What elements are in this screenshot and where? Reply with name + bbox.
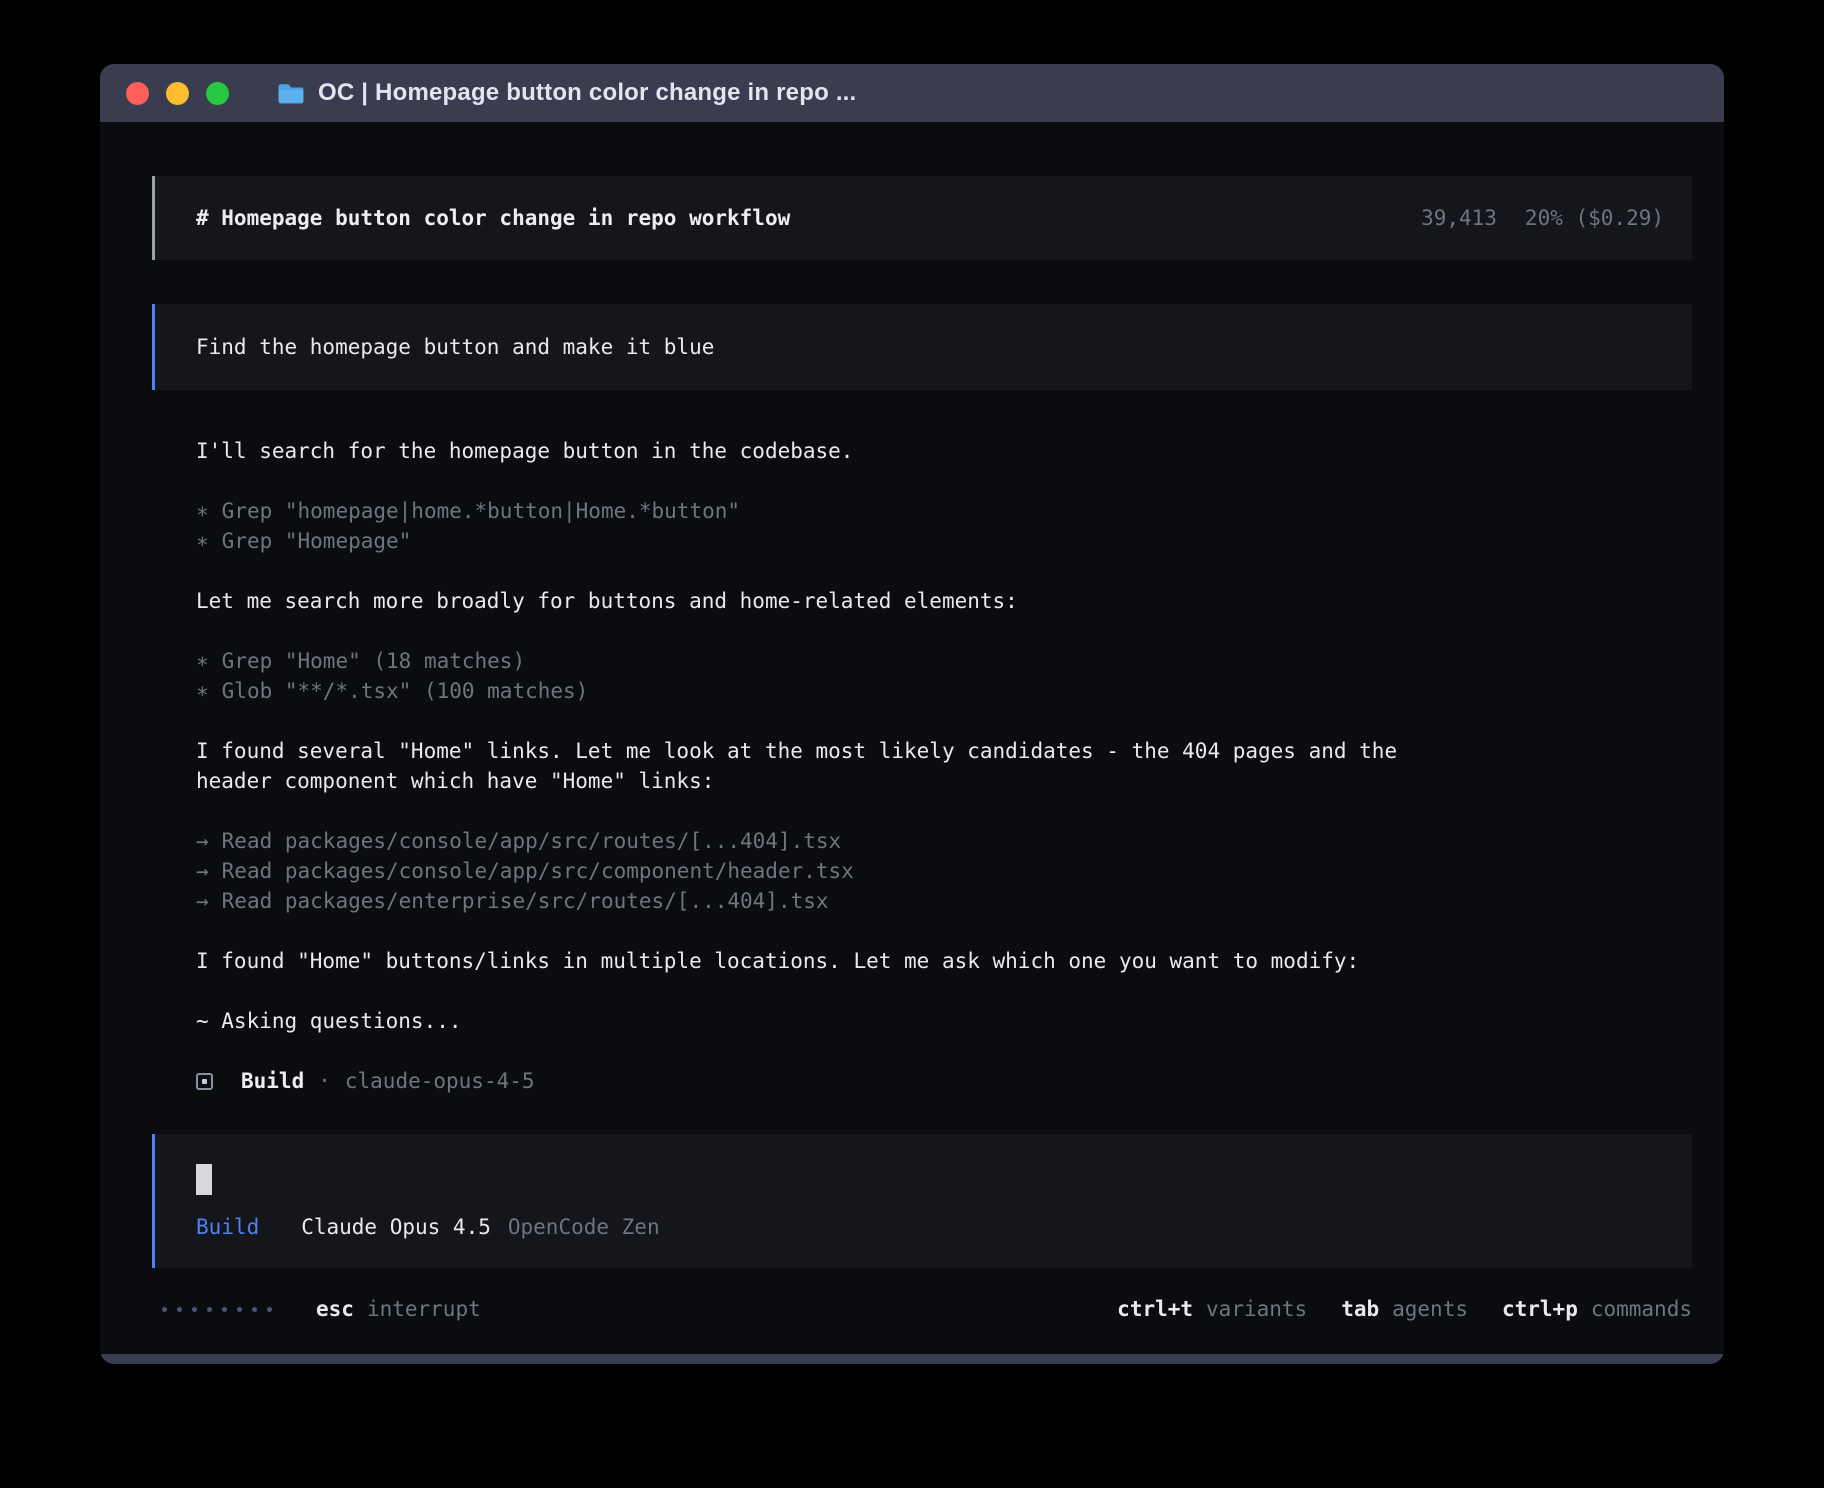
titlebar-title-group: OC | Homepage button color change in rep… [277, 79, 856, 107]
commands-label: commands [1591, 1294, 1692, 1324]
tool-call-text: Grep "homepage|home.*button|Home.*button… [222, 499, 740, 523]
folder-icon [277, 82, 305, 105]
spinner-dots [162, 1307, 272, 1312]
user-message-text: Find the homepage button and make it blu… [196, 332, 714, 362]
commands-hint: ctrl+p commands [1502, 1294, 1692, 1324]
minimize-button[interactable] [166, 82, 189, 105]
provider-label: OpenCode Zen [508, 1212, 660, 1242]
assistant-text-1: I'll search for the homepage button in t… [196, 436, 1456, 466]
titlebar[interactable]: OC | Homepage button color change in rep… [100, 64, 1724, 122]
model-label: Claude Opus 4.5 [301, 1212, 491, 1242]
agent-name: Build [241, 1066, 304, 1096]
traffic-lights [126, 82, 229, 105]
read-tool-icon: → [196, 886, 209, 916]
grep-tool-icon: ∗ [196, 496, 209, 526]
session-title: # Homepage button color change in repo w… [196, 203, 790, 233]
input-status-row: Build Claude Opus 4.5 OpenCode Zen [196, 1212, 1692, 1242]
close-button[interactable] [126, 82, 149, 105]
agent-mode-label: Build [196, 1212, 259, 1242]
read-tool-icon: → [196, 856, 209, 886]
window-title: OC | Homepage button color change in rep… [318, 79, 856, 107]
assistant-text-3: I found several "Home" links. Let me loo… [196, 736, 1456, 796]
grep-tool-icon: ∗ [196, 526, 209, 556]
interrupt-label: interrupt [367, 1294, 481, 1324]
agent-model: claude-opus-4-5 [345, 1066, 535, 1096]
assistant-text-2: Let me search more broadly for buttons a… [196, 586, 1456, 616]
shortcut-hints: ctrl+t variants tab agents ctrl+p comman… [1117, 1294, 1692, 1324]
tool-call-text: Read packages/console/app/src/component/… [222, 859, 854, 883]
tool-call-group-2: ∗ Grep "Home" (18 matches) ∗ Glob "**/*.ts… [196, 646, 1692, 706]
terminal-content: # Homepage button color change in repo w… [100, 122, 1724, 1354]
prompt-input[interactable]: Build Claude Opus 4.5 OpenCode Zen [152, 1134, 1692, 1268]
grep-tool-icon: ∗ [196, 646, 209, 676]
ctrl-t-key-hint: ctrl+t [1117, 1294, 1193, 1324]
tool-call-read-3: → Read packages/enterprise/src/routes/[..… [196, 886, 1692, 916]
tool-call-text: Read packages/enterprise/src/routes/[...… [222, 889, 829, 913]
ctrl-p-key-hint: ctrl+p [1502, 1294, 1578, 1324]
tool-call-grep-3: ∗ Grep "Home" (18 matches) [196, 646, 1692, 676]
build-agent-icon [196, 1073, 213, 1090]
tool-call-text: Grep "Home" (18 matches) [222, 649, 525, 673]
assistant-text-4: I found "Home" buttons/links in multiple… [196, 946, 1456, 976]
esc-key-hint: esc [316, 1294, 354, 1324]
tool-call-text: Grep "Homepage" [222, 529, 412, 553]
read-tool-icon: → [196, 826, 209, 856]
token-count: 39,413 [1421, 203, 1497, 233]
variants-hint: ctrl+t variants [1117, 1294, 1307, 1324]
glob-tool-icon: ∗ [196, 676, 209, 706]
session-header: # Homepage button color change in repo w… [152, 176, 1692, 260]
tool-call-grep-2: ∗ Grep "Homepage" [196, 526, 1692, 556]
asking-questions-status: ~ Asking questions... [196, 1006, 1692, 1036]
agents-hint: tab agents [1341, 1294, 1468, 1324]
tool-call-glob: ∗ Glob "**/*.tsx" (100 matches) [196, 676, 1692, 706]
tab-key-hint: tab [1341, 1294, 1379, 1324]
tool-call-read-2: → Read packages/console/app/src/component… [196, 856, 1692, 886]
user-message: Find the homepage button and make it blu… [152, 304, 1692, 390]
text-cursor [196, 1164, 212, 1195]
agent-separator: · [318, 1066, 331, 1096]
tool-call-text: Glob "**/*.tsx" (100 matches) [222, 679, 589, 703]
agents-label: agents [1392, 1294, 1468, 1324]
status-bar: esc interrupt ctrl+t variants tab agents… [152, 1294, 1692, 1324]
tool-call-read-1: → Read packages/console/app/src/routes/[.… [196, 826, 1692, 856]
tool-call-text: Read packages/console/app/src/routes/[..… [222, 829, 842, 853]
zoom-button[interactable] [206, 82, 229, 105]
agent-status-row: Build · claude-opus-4-5 [196, 1066, 1692, 1096]
context-usage: 20% ($0.29) [1525, 203, 1664, 233]
tool-call-group-3: → Read packages/console/app/src/routes/[.… [196, 826, 1692, 916]
variants-label: variants [1206, 1294, 1307, 1324]
terminal-window: OC | Homepage button color change in rep… [100, 64, 1724, 1364]
tool-call-grep-1: ∗ Grep "homepage|home.*button|Home.*butto… [196, 496, 1692, 526]
interrupt-hint: esc interrupt [316, 1294, 481, 1324]
session-meta: 39,413 20% ($0.29) [1421, 203, 1664, 233]
tool-call-group-1: ∗ Grep "homepage|home.*button|Home.*butto… [196, 496, 1692, 556]
